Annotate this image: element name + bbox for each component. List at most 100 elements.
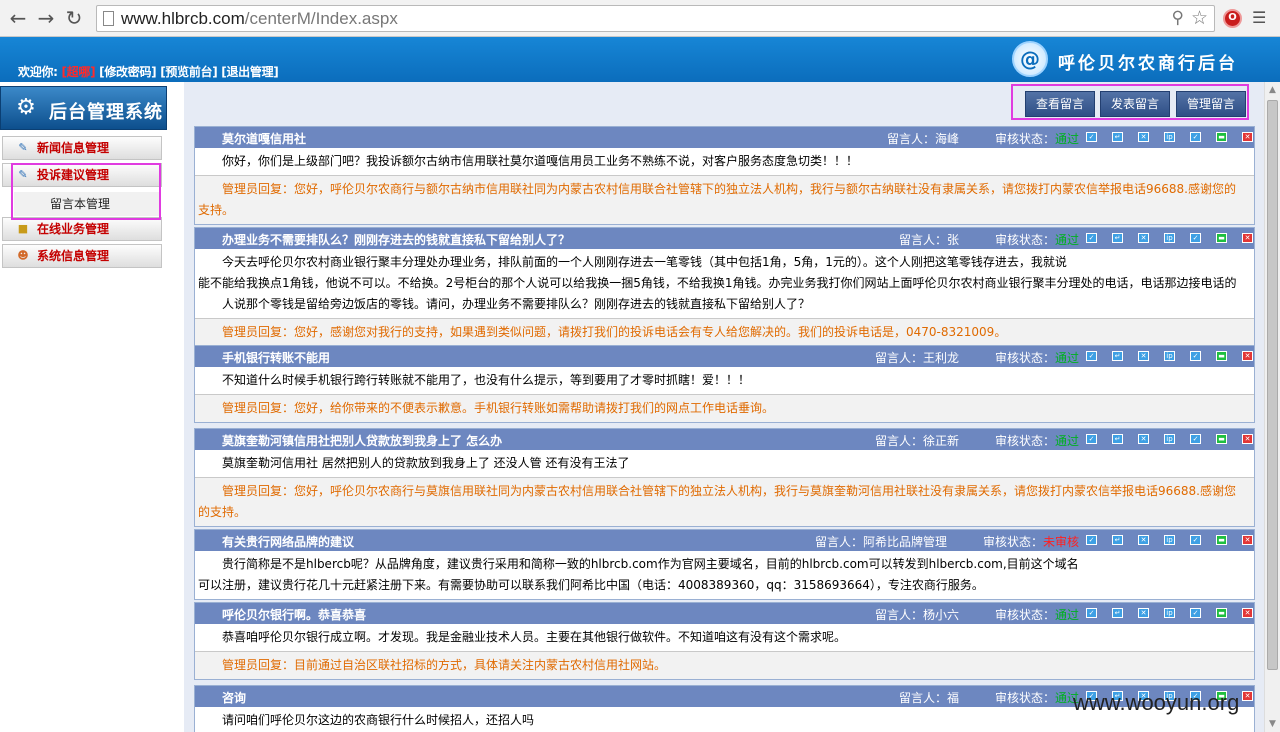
edit-icon[interactable]: ↵ <box>1112 434 1123 444</box>
scrollbar-thumb[interactable] <box>1267 100 1278 670</box>
sidebar-item-online-business[interactable]: ■ 在线业务管理 <box>2 217 162 241</box>
message-title[interactable]: 呼伦贝尔银行啊。恭喜恭喜 <box>222 606 366 623</box>
delete-icon[interactable]: ✕ <box>1242 351 1253 361</box>
approve-icon[interactable]: ✓ <box>1190 132 1201 142</box>
scroll-down-icon[interactable]: ▼ <box>1268 719 1277 729</box>
delete-icon[interactable]: ✕ <box>1242 691 1253 701</box>
toggle-icon[interactable]: ▬ <box>1216 233 1227 243</box>
author-label: 留言人： <box>898 233 947 247</box>
edit-icon[interactable]: ↵ <box>1112 351 1123 361</box>
author-label: 留言人： <box>874 434 923 448</box>
view-icon[interactable]: ✓ <box>1086 535 1097 545</box>
ip-icon[interactable]: ip <box>1164 351 1175 361</box>
edit-icon[interactable]: ↵ <box>1112 535 1123 545</box>
logo-text: 呼伦贝尔农商行后台 <box>1058 54 1238 74</box>
toggle-icon[interactable]: ▬ <box>1216 434 1227 444</box>
sidebar-item-system-info[interactable]: ☻ 系统信息管理 <box>2 244 162 268</box>
approve-icon[interactable]: ✓ <box>1190 351 1201 361</box>
search-icon[interactable]: ⚲ <box>1172 8 1184 28</box>
message-title[interactable]: 莫尔道嘎信用社 <box>222 130 306 147</box>
ip-icon[interactable]: ip <box>1164 233 1175 243</box>
message-body: 贵行简称是不是hlbercb呢？从品牌角度，建议贵行采用和简称一致的hlbrcb… <box>195 551 1254 599</box>
ip-icon[interactable]: ip <box>1164 434 1175 444</box>
status-label: 审核状态： <box>994 233 1055 247</box>
back-icon[interactable]: ← <box>6 6 30 30</box>
message-title[interactable]: 办理业务不需要排队么？刚刚存进去的钱就直接私下留给别人了？ <box>222 231 570 248</box>
change-password-link[interactable]: [修改密码] <box>99 65 156 79</box>
delete-icon[interactable]: ✕ <box>1242 535 1253 545</box>
view-icon[interactable]: ✓ <box>1086 434 1097 444</box>
browser-menu-icon[interactable]: ☰ <box>1252 8 1266 27</box>
message-body: 不知道什么时候手机银行跨行转账就不能用了，也没有什么提示，等到要用了才零时抓瞎！… <box>195 367 1254 394</box>
forward-icon[interactable]: → <box>34 6 58 30</box>
delete-icon[interactable]: ✕ <box>1242 434 1253 444</box>
message-title[interactable]: 手机银行转账不能用 <box>222 349 330 366</box>
message-item: 呼伦贝尔银行啊。恭喜恭喜 留言人：杨小六 审核状态：通过 ✓ ↵ ✕ ip ✓ ▬ ✕ 恭喜咱呼伦贝… <box>194 602 1255 680</box>
ip-icon[interactable]: ip <box>1164 535 1175 545</box>
address-bar[interactable]: www.hlbrcb.com/centerM/Index.aspx ⚲ ☆ <box>96 5 1215 32</box>
status-badge: 通过 <box>1054 608 1079 622</box>
author-label: 留言人： <box>814 535 863 549</box>
message-author: 杨小六 <box>922 608 959 622</box>
toggle-icon[interactable]: ▬ <box>1216 608 1227 618</box>
action-icons: ✓ ↵ ✕ ip ✓ ▬ ✕ <box>1086 608 1253 620</box>
admin-reply: 管理员回复：您好，呼伦贝尔农商行与额尔古纳市信用联社同为内蒙古农村信用联合社管辖… <box>195 175 1254 224</box>
message-title[interactable]: 咨询 <box>222 689 246 706</box>
reply-text: 管理员回复：您好，感谢您对我行的支持，如果遇到类似问题，请拨打我们的投诉电话会有… <box>222 325 1007 339</box>
news-icon: ✎ <box>18 141 28 154</box>
toggle-icon[interactable]: ▬ <box>1216 535 1227 545</box>
reply-text: 管理员回复：您好，给你带来的不便表示歉意。手机银行转账如需帮助请拨打我们的网点工… <box>222 401 775 415</box>
message-title[interactable]: 有关贵行网络品牌的建议 <box>222 533 354 550</box>
delete-mark-icon[interactable]: ✕ <box>1138 132 1149 142</box>
message-body: 今天去呼伦贝尔农村商业银行聚丰分理处办理业务，排队前面的一个人刚刚存进去一笔零钱… <box>195 249 1254 318</box>
approve-icon[interactable]: ✓ <box>1190 434 1201 444</box>
scroll-up-icon[interactable]: ▲ <box>1268 85 1277 95</box>
edit-icon[interactable]: ↵ <box>1112 233 1123 243</box>
view-icon[interactable]: ✓ <box>1086 351 1097 361</box>
edit-icon[interactable]: ↵ <box>1112 608 1123 618</box>
status-label: 审核状态： <box>994 608 1055 622</box>
delete-mark-icon[interactable]: ✕ <box>1138 434 1149 444</box>
sidebar: ⚙ 后台管理系统 ✎ 新闻信息管理 ✎ 投诉建议管理 留言本管理 ■ 在线业务管… <box>0 82 184 732</box>
action-icons: ✓ ↵ ✕ ip ✓ ▬ ✕ <box>1086 351 1253 363</box>
extension-icon[interactable]: O <box>1223 9 1242 28</box>
message-title[interactable]: 莫旗奎勒河镇信用社把别人贷款放到我身上了 怎么办 <box>222 432 502 449</box>
view-icon[interactable]: ✓ <box>1086 132 1097 142</box>
action-icons: ✓ ↵ ✕ ip ✓ ▬ ✕ <box>1086 535 1253 547</box>
message-meta: 留言人：张 审核状态：通过 <box>899 231 1079 248</box>
scrollbar[interactable]: ▲ ▼ <box>1264 82 1280 732</box>
approve-icon[interactable]: ✓ <box>1190 608 1201 618</box>
view-icon[interactable]: ✓ <box>1086 608 1097 618</box>
reply-text-continued: 的支持。 <box>198 505 247 519</box>
delete-icon[interactable]: ✕ <box>1242 233 1253 243</box>
delete-icon[interactable]: ✕ <box>1242 608 1253 618</box>
reload-icon[interactable]: ↻ <box>62 6 86 30</box>
delete-mark-icon[interactable]: ✕ <box>1138 608 1149 618</box>
message-item: 有关贵行网络品牌的建议 留言人：阿希比品牌管理 审核状态：未审核 ✓ ↵ ✕ ip ✓ ▬ ✕ 贵行… <box>194 529 1255 600</box>
ip-icon[interactable]: ip <box>1164 608 1175 618</box>
delete-icon[interactable]: ✕ <box>1242 132 1253 142</box>
message-header: 呼伦贝尔银行啊。恭喜恭喜 留言人：杨小六 审核状态：通过 ✓ ↵ ✕ ip ✓ ▬ ✕ <box>195 603 1254 624</box>
delete-mark-icon[interactable]: ✕ <box>1138 351 1149 361</box>
approve-icon[interactable]: ✓ <box>1190 233 1201 243</box>
edit-icon[interactable]: ↵ <box>1112 132 1123 142</box>
status-badge: 通过 <box>1054 233 1079 247</box>
preview-frontend-link[interactable]: [预览前台] <box>160 65 217 79</box>
toggle-icon[interactable]: ▬ <box>1216 132 1227 142</box>
ip-icon[interactable]: ip <box>1164 132 1175 142</box>
author-label: 留言人： <box>886 132 935 146</box>
message-text: 贵行简称是不是hlbercb呢？从品牌角度，建议贵行采用和简称一致的hlbrcb… <box>222 557 1079 571</box>
sidebar-item-news[interactable]: ✎ 新闻信息管理 <box>2 136 162 160</box>
delete-mark-icon[interactable]: ✕ <box>1138 233 1149 243</box>
system-logo-icon: ⚙ <box>16 95 36 120</box>
logout-link[interactable]: [退出管理] <box>221 65 278 79</box>
message-text-continued: 能不能给我换点1角钱，他说不可以。不给换。2号柜台的那个人说可以给我换一捆5角钱… <box>198 276 1237 311</box>
approve-icon[interactable]: ✓ <box>1190 535 1201 545</box>
sidebar-item-label: 新闻信息管理 <box>37 141 110 155</box>
message-header: 莫尔道嘎信用社 留言人：海峰 审核状态：通过 ✓ ↵ ✕ ip ✓ ▬ ✕ <box>195 127 1254 148</box>
view-icon[interactable]: ✓ <box>1086 233 1097 243</box>
message-body: 你好，你们是上级部门吧？我投诉额尔古纳市信用联社莫尔道嘎信用员工业务不熟练不说，… <box>195 148 1254 175</box>
delete-mark-icon[interactable]: ✕ <box>1138 535 1149 545</box>
toggle-icon[interactable]: ▬ <box>1216 351 1227 361</box>
bookmark-star-icon[interactable]: ☆ <box>1191 7 1208 29</box>
